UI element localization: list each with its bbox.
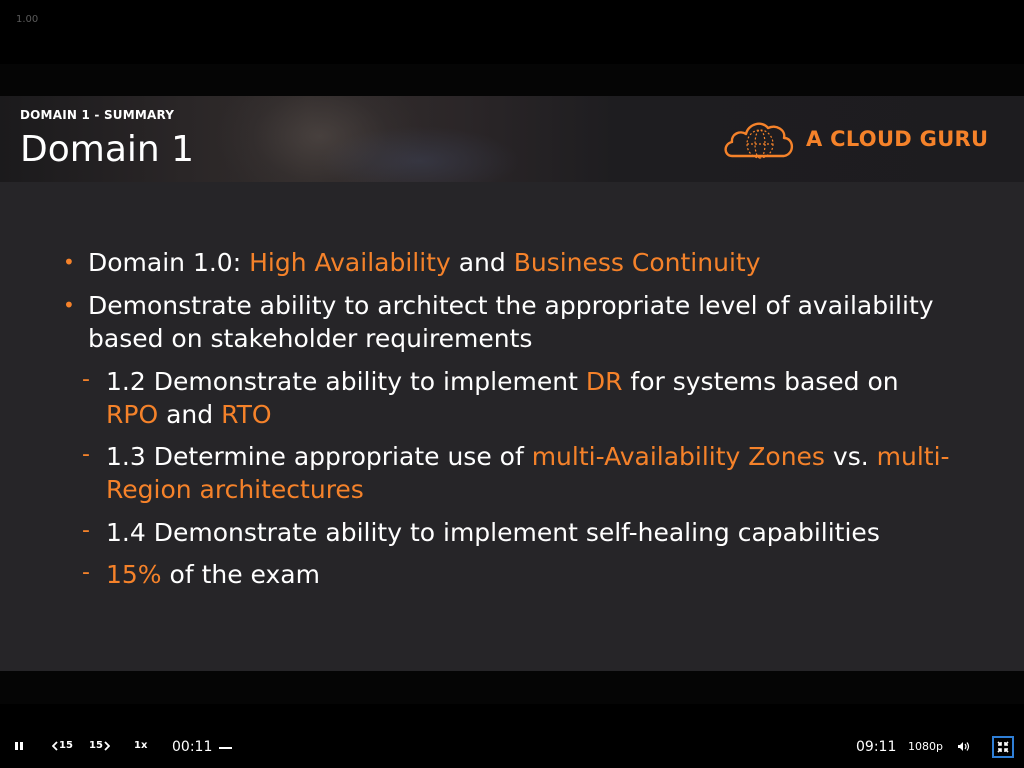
seek-bar[interactable] [219, 747, 232, 749]
bullet-item: -1.3 Determine appropriate use of multi-… [82, 440, 950, 506]
bullet-line: Demonstrate ability to architect the app… [88, 289, 934, 322]
highlight-text: 15% [106, 560, 162, 589]
slide-title: Domain 1 [20, 129, 195, 170]
rewind-15-button[interactable]: 15 [52, 740, 73, 751]
bullet-item: • Demonstrate ability to architect the ap… [63, 289, 934, 355]
highlight-text: High Availability [249, 248, 451, 277]
forward-chevron-icon [104, 740, 110, 751]
bullet-text: and [158, 400, 222, 429]
forward-label: 15 [89, 740, 103, 751]
bullet-text: based on stakeholder requirements [88, 324, 533, 353]
bullet-line: 1.2 Demonstrate ability to implement DR … [106, 365, 899, 398]
speed-readout: 1.00 [16, 14, 39, 25]
player-controls: 15 15 1x 00:11 09:11 1080p [0, 728, 1024, 768]
section-label: DOMAIN 1 - SUMMARY [20, 108, 175, 122]
video-player[interactable]: 1.00 DOMAIN 1 - SUMMARY Domain 1 A CLOUD… [0, 0, 1024, 768]
slide: DOMAIN 1 - SUMMARY Domain 1 A CLOUD GURU… [0, 96, 1024, 671]
cloud-logo-icon [724, 122, 794, 159]
quality-button[interactable]: 1080p [908, 740, 943, 753]
current-time: 00:11 [172, 739, 213, 755]
bullet-line: 1.3 Determine appropriate use of multi-A… [106, 440, 950, 473]
highlight-text: Business Continuity [513, 248, 761, 277]
bullet-text: Domain 1.0: [88, 248, 250, 277]
bullet-text: vs. [824, 442, 877, 471]
bullet-dash-icon: - [82, 367, 90, 392]
presenter-video-overlay-body [320, 126, 520, 182]
bullet-line: RPO and RTO [106, 398, 899, 431]
pause-button[interactable] [14, 741, 24, 751]
brand-logo: A CLOUD GURU [722, 116, 1002, 162]
bullet-dot-icon: • [63, 293, 75, 317]
bullet-item: -15% of the exam [82, 558, 320, 591]
exit-fullscreen-button[interactable] [992, 736, 1014, 758]
highlight-text: Region architectures [106, 475, 364, 504]
highlight-text: multi- [876, 442, 950, 471]
forward-15-button[interactable]: 15 [89, 740, 110, 751]
bullet-dash-icon: - [82, 442, 90, 467]
bullet-line: 15% of the exam [106, 558, 320, 591]
bullet-item: • Domain 1.0: High Availability and Busin… [63, 246, 760, 279]
bullet-line: 1.4 Demonstrate ability to implement sel… [106, 516, 880, 549]
bullet-text: of the exam [161, 560, 320, 589]
bullet-text: 1.2 Demonstrate ability to implement [106, 367, 586, 396]
highlight-text: RPO [106, 400, 159, 429]
playback-rate-button[interactable]: 1x [134, 740, 147, 751]
bullet-text: for systems based on [622, 367, 899, 396]
pause-icon [15, 742, 23, 750]
bullet-dash-icon: - [82, 560, 90, 585]
bullet-item: -1.2 Demonstrate ability to implement DR… [82, 365, 899, 431]
highlight-text: RTO [221, 400, 272, 429]
volume-icon [958, 742, 970, 751]
slide-header: DOMAIN 1 - SUMMARY Domain 1 A CLOUD GURU [0, 96, 1024, 182]
bullet-dash-icon: - [82, 518, 90, 543]
bullet-text: 1.4 Demonstrate ability to implement sel… [106, 518, 880, 547]
bullet-line: based on stakeholder requirements [88, 322, 934, 355]
highlight-text: multi-Availability Zones [531, 442, 825, 471]
bullet-item: -1.4 Demonstrate ability to implement se… [82, 516, 880, 549]
bullet-text: 1.3 Determine appropriate use of [106, 442, 532, 471]
bullet-text: and [450, 248, 514, 277]
letterbox-bottom [0, 671, 1024, 704]
rewind-chevron-icon [52, 740, 58, 751]
bullet-line: Domain 1.0: High Availability and Busine… [88, 246, 760, 279]
highlight-text: DR [585, 367, 623, 396]
rewind-label: 15 [59, 740, 73, 751]
bullet-line: Region architectures [106, 473, 950, 506]
bullet-text: Demonstrate ability to architect the app… [88, 291, 934, 320]
volume-button[interactable] [957, 741, 971, 752]
duration: 09:11 [856, 739, 897, 755]
exit-fullscreen-icon [997, 741, 1009, 753]
bullet-dot-icon: • [63, 250, 75, 274]
letterbox-top [0, 64, 1024, 96]
logo-text: A CLOUD GURU [806, 127, 989, 151]
